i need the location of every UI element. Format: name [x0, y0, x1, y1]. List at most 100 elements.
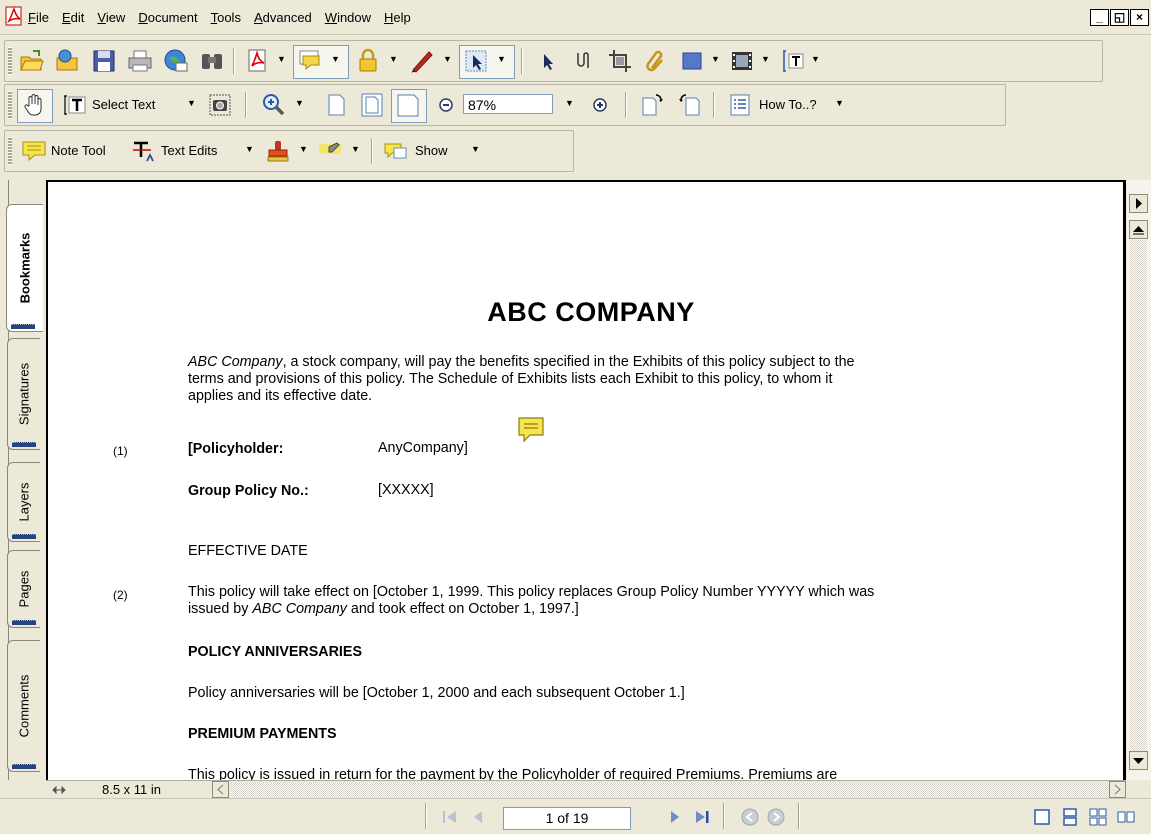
menu-file[interactable]: File [28, 10, 58, 25]
organizer-icon[interactable] [55, 48, 81, 74]
rotate-clockwise-icon[interactable] [639, 92, 665, 118]
menu-window[interactable]: Window [325, 10, 380, 25]
menu-help[interactable]: Help [384, 10, 420, 25]
how-to-label[interactable]: How To..? [759, 97, 817, 112]
show-comments-icon[interactable] [383, 138, 409, 164]
previous-view-icon[interactable] [740, 807, 760, 827]
stamp-icon[interactable] [265, 138, 291, 164]
horizontal-scroll-track[interactable] [231, 783, 1111, 797]
movie-film-icon[interactable] [729, 48, 755, 74]
menu-view[interactable]: View [97, 10, 134, 25]
menu-document[interactable]: Document [138, 10, 206, 25]
fit-width-icon[interactable] [395, 92, 421, 118]
text-field-dropdown[interactable]: ▼ [811, 54, 820, 64]
text-edits-icon[interactable] [131, 138, 157, 164]
previous-page-icon[interactable] [468, 807, 488, 827]
snapshot-camera-icon[interactable] [207, 92, 233, 118]
forms-select-icon[interactable] [463, 48, 489, 74]
document-viewport[interactable]: ABC COMPANY ABC Company, a stock company… [46, 180, 1126, 780]
tab-bookmarks[interactable]: Bookmarks [6, 204, 43, 332]
next-view-icon[interactable] [766, 807, 786, 827]
scroll-right-button[interactable] [1109, 781, 1126, 798]
tab-pages[interactable]: Pages [7, 550, 40, 628]
highlighter-dropdown[interactable]: ▼ [351, 144, 360, 154]
sticky-note-comment-icon[interactable] [516, 415, 546, 445]
toolbar-grip[interactable] [8, 47, 12, 75]
next-page-icon[interactable] [665, 807, 685, 827]
open-folder-icon[interactable] [19, 48, 45, 74]
select-text-icon[interactable] [61, 92, 87, 118]
resize-arrows-icon[interactable] [52, 783, 66, 797]
actual-size-page-icon[interactable] [323, 92, 349, 118]
link-tool-icon[interactable] [571, 48, 597, 74]
page-number-input[interactable]: 1 of 19 [503, 807, 631, 830]
forms-dropdown[interactable]: ▼ [497, 54, 506, 64]
zoom-value-input[interactable]: 87% [463, 94, 553, 114]
note-tool-label[interactable]: Note Tool [51, 143, 106, 158]
note-tool-icon[interactable] [21, 138, 47, 164]
scroll-left-button[interactable] [212, 781, 229, 798]
tab-comments[interactable]: Comments [7, 640, 40, 772]
binoculars-search-icon[interactable] [199, 48, 225, 74]
text-edits-dropdown[interactable]: ▼ [245, 144, 254, 154]
text-edits-label[interactable]: Text Edits [161, 143, 217, 158]
movie-dropdown[interactable]: ▼ [761, 54, 770, 64]
show-dropdown[interactable]: ▼ [471, 144, 480, 154]
zoom-value-dropdown[interactable]: ▼ [565, 98, 574, 108]
attach-paperclip-icon[interactable] [643, 48, 669, 74]
tab-signatures[interactable]: Signatures [7, 338, 40, 450]
select-object-arrow-icon[interactable] [535, 48, 561, 74]
how-to-list-icon[interactable] [727, 92, 753, 118]
secure-lock-icon[interactable] [355, 48, 381, 74]
facing-layout-icon[interactable] [1116, 807, 1136, 827]
vertical-scrollbar[interactable] [1127, 180, 1151, 780]
scroll-track[interactable] [1130, 240, 1147, 752]
show-label[interactable]: Show [415, 143, 448, 158]
highlighter-icon[interactable] [317, 138, 343, 164]
zoom-in-magnifier-icon[interactable] [261, 92, 287, 118]
last-page-icon[interactable] [692, 807, 712, 827]
review-comment-icon[interactable] [297, 48, 323, 74]
sign-dropdown[interactable]: ▼ [443, 54, 452, 64]
rotate-counterclockwise-icon[interactable] [677, 92, 703, 118]
text-field-tool-icon[interactable] [779, 48, 805, 74]
arrow-down-icon [1133, 758, 1144, 764]
create-pdf-icon[interactable] [245, 48, 271, 74]
select-text-dropdown[interactable]: ▼ [187, 98, 196, 108]
menu-advanced[interactable]: Advanced [254, 10, 321, 25]
fit-page-icon[interactable] [359, 92, 385, 118]
tab-signatures-label: Signatures [16, 362, 32, 426]
menu-edit[interactable]: Edit [62, 10, 93, 25]
email-globe-icon[interactable] [163, 48, 189, 74]
scroll-down-button[interactable] [1129, 751, 1148, 770]
stamp-dropdown[interactable]: ▼ [299, 144, 308, 154]
minimize-button[interactable]: _ [1090, 9, 1109, 26]
zoom-tool-dropdown[interactable]: ▼ [295, 98, 304, 108]
select-text-label[interactable]: Select Text [92, 97, 155, 112]
scroll-up-button[interactable] [1129, 220, 1148, 239]
zoom-out-icon[interactable] [433, 92, 459, 118]
tab-layers[interactable]: Layers [7, 462, 40, 542]
save-icon[interactable] [91, 48, 117, 74]
toolbar-grip[interactable] [8, 137, 12, 165]
hand-tool-icon[interactable] [21, 92, 47, 118]
zoom-in-icon[interactable] [587, 92, 613, 118]
single-page-layout-icon[interactable] [1032, 807, 1052, 827]
menu-tools[interactable]: Tools [211, 10, 250, 25]
continuous-layout-icon[interactable] [1060, 807, 1080, 827]
create-pdf-dropdown[interactable]: ▼ [277, 54, 286, 64]
first-page-icon[interactable] [440, 807, 460, 827]
options-arrow-button[interactable] [1129, 194, 1148, 213]
secure-dropdown[interactable]: ▼ [389, 54, 398, 64]
shapes-rectangle-icon[interactable] [679, 48, 705, 74]
continuous-facing-layout-icon[interactable] [1088, 807, 1108, 827]
toolbar-grip[interactable] [8, 91, 12, 119]
crop-tool-icon[interactable] [607, 48, 633, 74]
restore-button[interactable]: ◱ [1110, 9, 1129, 26]
review-dropdown[interactable]: ▼ [331, 54, 340, 64]
close-window-button[interactable]: × [1130, 9, 1149, 26]
shapes-dropdown[interactable]: ▼ [711, 54, 720, 64]
sign-pen-icon[interactable] [409, 48, 435, 74]
how-to-dropdown[interactable]: ▼ [835, 98, 844, 108]
print-icon[interactable] [127, 48, 153, 74]
